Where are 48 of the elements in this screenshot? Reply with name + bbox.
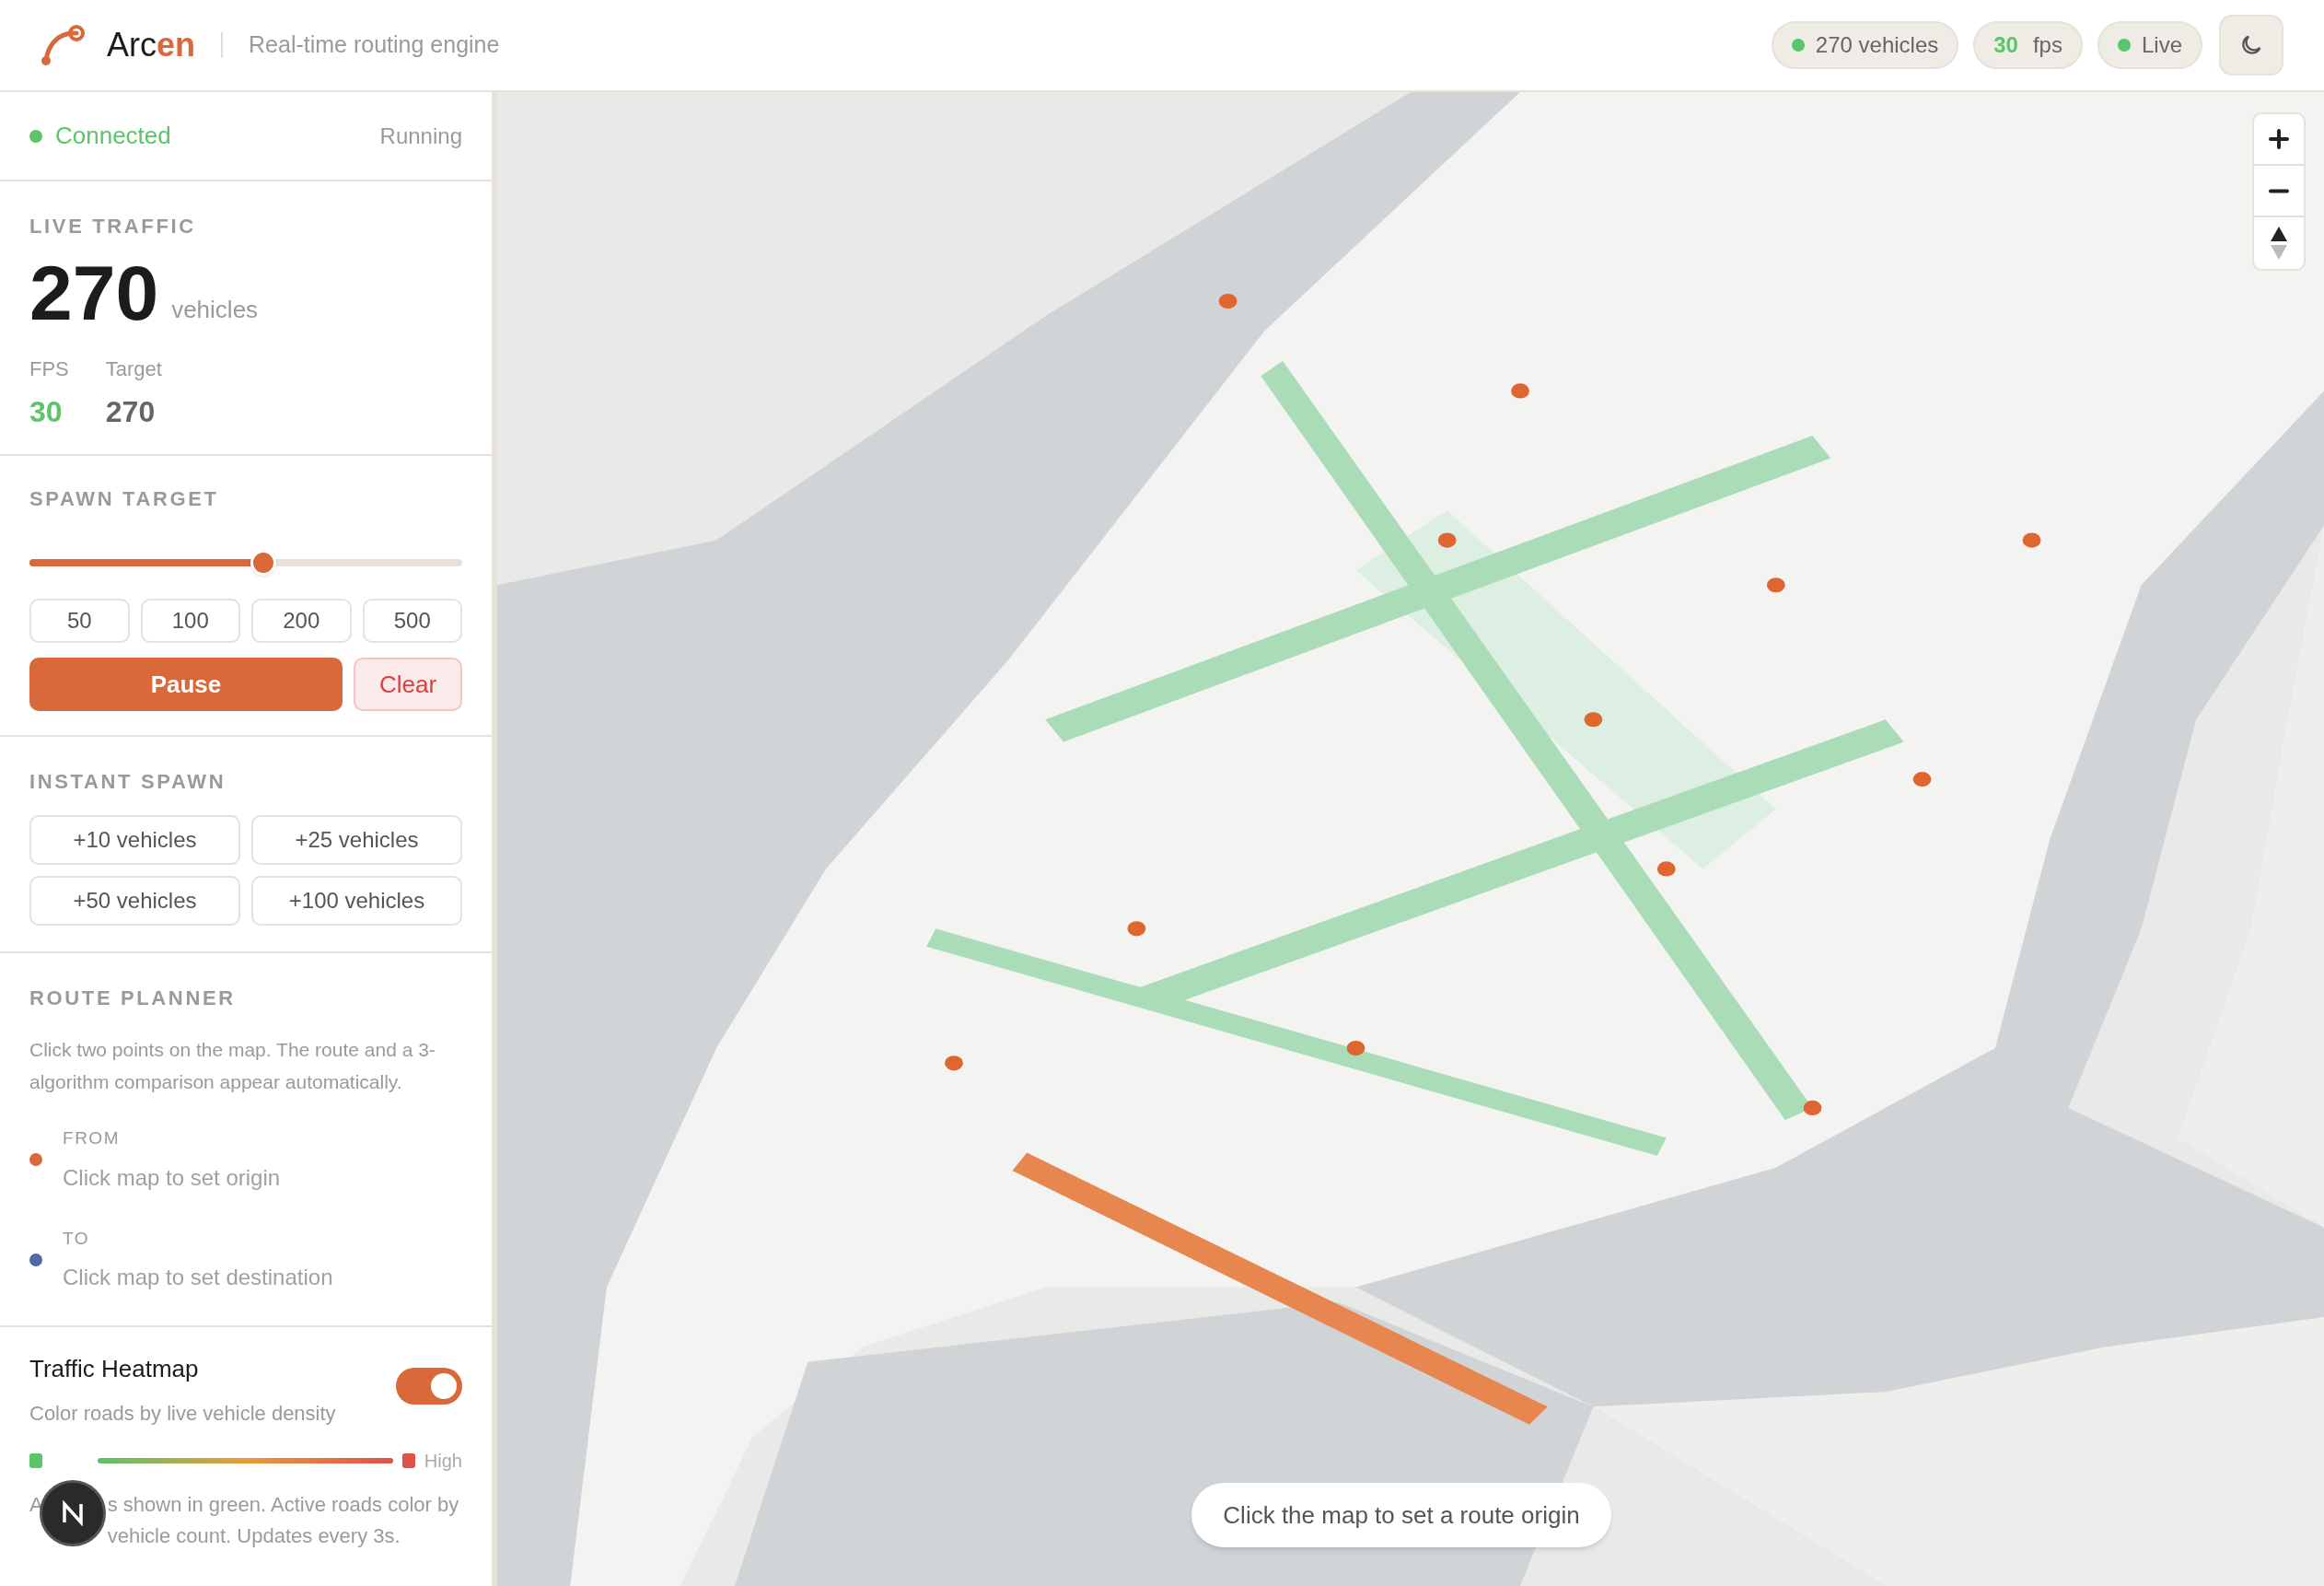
spawn-button[interactable]: +25 vehicles bbox=[251, 815, 462, 865]
badge-text: 270 vehicles bbox=[1815, 31, 1939, 59]
tagline: Real-time routing engine bbox=[249, 30, 500, 60]
section-title: SPAWN TARGET bbox=[29, 486, 220, 512]
preset-button[interactable]: 200 bbox=[251, 599, 352, 643]
logo-icon bbox=[41, 24, 87, 66]
point-hint: Click map to set destination bbox=[63, 1264, 333, 1291]
high-label: High bbox=[424, 1450, 462, 1473]
low-swatch bbox=[29, 1453, 42, 1468]
heatmap-subtitle: Color roads by live vehicle density bbox=[29, 1401, 336, 1427]
spawn-button[interactable]: +100 vehicles bbox=[251, 876, 462, 926]
fps-unit: fps bbox=[2032, 31, 2063, 59]
stat-label: Target bbox=[105, 356, 162, 382]
preset-button[interactable]: 500 bbox=[362, 599, 462, 643]
slider-thumb[interactable] bbox=[250, 550, 276, 576]
vehicle-count: 270 bbox=[29, 254, 159, 332]
heatmap-note: s shown in green. Active roads color by vehicle count. Updates every 3s. bbox=[107, 1492, 460, 1549]
badge-text: Live bbox=[2141, 31, 2182, 59]
compass-icon bbox=[2271, 227, 2287, 260]
map-view[interactable]: Click the map to set a route origin bbox=[497, 92, 2324, 1586]
point-label: TO bbox=[63, 1227, 91, 1250]
point-hint: Click map to set origin bbox=[63, 1163, 281, 1192]
stat-value: 270 bbox=[105, 394, 157, 430]
spawn-button[interactable]: +50 vehicles bbox=[29, 876, 240, 926]
point-label: FROM bbox=[63, 1127, 121, 1149]
plus-icon bbox=[2268, 128, 2290, 150]
minus-icon bbox=[2269, 188, 2289, 193]
theme-toggle-button[interactable] bbox=[2219, 15, 2283, 76]
preset-button[interactable]: 50 bbox=[29, 599, 130, 643]
high-swatch bbox=[401, 1453, 415, 1468]
stat-value: 30 bbox=[29, 394, 64, 430]
section-title: ROUTE PLANNER bbox=[29, 985, 237, 1011]
count-unit: vehicles bbox=[171, 295, 259, 325]
preset-button[interactable]: 100 bbox=[140, 599, 240, 643]
route-description: Click two points on the map. The route and a 3-algorithm comparison appear automatically. bbox=[29, 1038, 436, 1094]
section-title: INSTANT SPAWN bbox=[29, 769, 227, 795]
connection-status: Connected bbox=[55, 121, 171, 151]
fps-value: 30 bbox=[1993, 31, 2018, 59]
brand-name: Arcen bbox=[107, 25, 195, 65]
stat-label: FPS bbox=[29, 356, 69, 382]
pause-button[interactable]: Pause bbox=[29, 658, 343, 711]
run-state: Running bbox=[379, 122, 462, 150]
clear-button[interactable]: Clear bbox=[354, 658, 462, 711]
spawn-button[interactable]: +10 vehicles bbox=[29, 815, 240, 865]
map-hint: Click the map to set a route origin bbox=[1191, 1483, 1611, 1547]
heatmap-toggle[interactable] bbox=[396, 1368, 462, 1405]
heatmap-title: Traffic Heatmap bbox=[29, 1354, 200, 1384]
section-title: LIVE TRAFFIC bbox=[29, 214, 197, 239]
